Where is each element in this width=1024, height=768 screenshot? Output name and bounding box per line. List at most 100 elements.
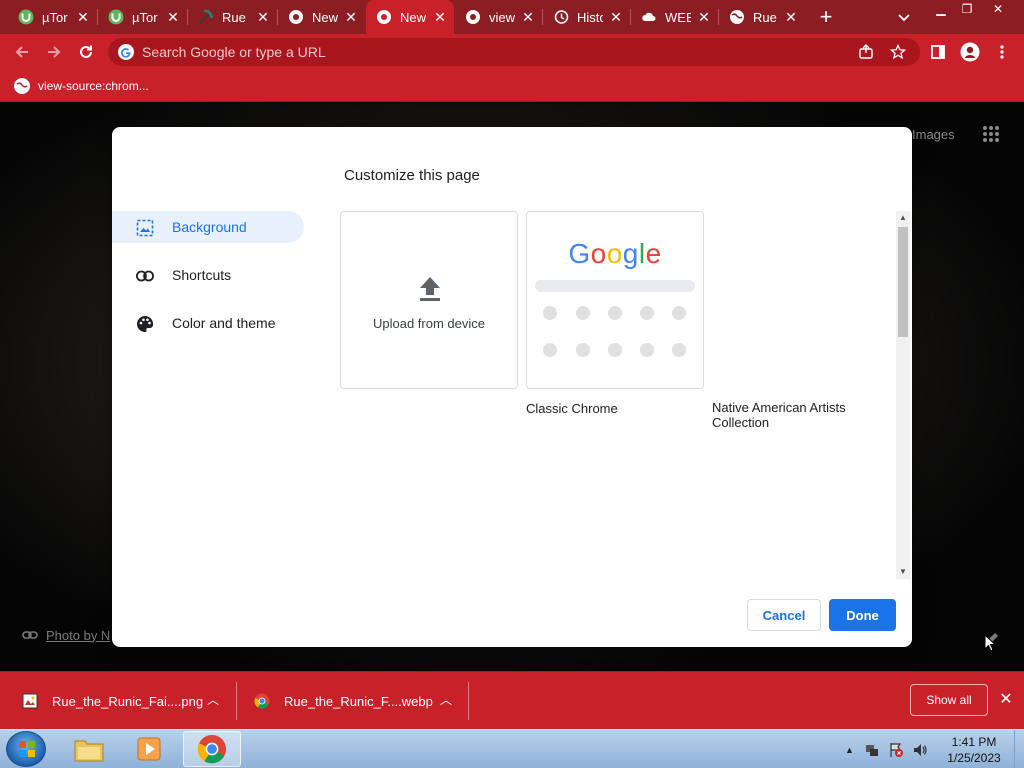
download-separator bbox=[468, 682, 469, 720]
volume-icon[interactable] bbox=[912, 742, 928, 758]
tab-title: New bbox=[312, 9, 338, 25]
taskbar-explorer[interactable] bbox=[60, 731, 118, 767]
tab-4-active[interactable]: New ✕ bbox=[366, 0, 454, 34]
download-separator bbox=[236, 682, 237, 720]
close-icon[interactable]: ✕ bbox=[255, 9, 271, 25]
explorer-icon bbox=[74, 740, 104, 762]
reload-icon bbox=[80, 45, 92, 58]
show-desktop-button[interactable] bbox=[1014, 730, 1024, 768]
omnibox[interactable]: Search Google or type a URL bbox=[108, 38, 920, 66]
scrollbar[interactable]: ▲ ▼ bbox=[896, 211, 910, 579]
close-icon[interactable]: ✕ bbox=[432, 9, 448, 25]
classic-chrome-tile[interactable]: Google bbox=[526, 211, 704, 389]
minimize-button[interactable]: ▁ bbox=[928, 0, 954, 20]
tab-title: WEB bbox=[665, 9, 691, 25]
upload-from-device-tile[interactable]: Upload from device bbox=[340, 211, 518, 389]
side-panel-button[interactable] bbox=[928, 42, 948, 62]
bookmark-star-icon[interactable] bbox=[890, 44, 906, 60]
menu-button[interactable] bbox=[992, 42, 1012, 62]
close-icon[interactable]: ✕ bbox=[998, 692, 1014, 708]
windows-logo-icon bbox=[19, 741, 35, 757]
download-filename: Rue_the_Runic_Fai....png bbox=[52, 693, 204, 709]
back-button[interactable] bbox=[12, 42, 32, 62]
preview-shortcut-dot bbox=[576, 343, 590, 357]
chevron-up-icon[interactable]: ︿ bbox=[206, 693, 220, 707]
chrome-icon bbox=[254, 693, 270, 709]
nav-item-shortcuts[interactable]: Shortcuts bbox=[112, 259, 304, 291]
bookmark-item[interactable]: view-source:chrom... bbox=[14, 76, 149, 96]
preview-shortcut-dot bbox=[543, 343, 557, 357]
profile-button[interactable] bbox=[960, 42, 980, 62]
clock[interactable]: 1:41 PM 1/25/2023 bbox=[936, 734, 1012, 766]
close-icon[interactable]: ✕ bbox=[520, 9, 536, 25]
preview-searchbox bbox=[535, 280, 695, 292]
share-icon[interactable] bbox=[858, 44, 874, 60]
dialog-title: Customize this page bbox=[344, 167, 480, 184]
restore-button[interactable]: ❐ bbox=[954, 0, 980, 20]
back-arrow-icon bbox=[15, 46, 28, 58]
close-icon[interactable]: ✕ bbox=[343, 9, 359, 25]
preview-shortcut-dot bbox=[608, 306, 622, 320]
image-file-icon bbox=[22, 693, 38, 709]
tab-1[interactable]: µTor ✕ bbox=[98, 0, 187, 34]
close-icon[interactable]: ✕ bbox=[75, 9, 91, 25]
bookmark-label: view-source:chrom... bbox=[38, 79, 149, 93]
collection-caption[interactable]: Native American Artists Collection bbox=[712, 400, 862, 430]
globe-icon bbox=[14, 78, 30, 94]
close-icon[interactable]: ✕ bbox=[696, 9, 712, 25]
link-icon bbox=[136, 267, 154, 285]
tab-7[interactable]: WEB ✕ bbox=[631, 0, 718, 34]
tab-3[interactable]: New ✕ bbox=[278, 0, 365, 34]
side-panel-icon bbox=[931, 45, 945, 59]
cancel-button[interactable]: Cancel bbox=[747, 599, 821, 631]
customize-dialog: Customize this page Background Shortcuts… bbox=[112, 127, 912, 647]
download-bar: Rue_the_Runic_Fai....png ︿ Rue_the_Runic… bbox=[0, 671, 1024, 729]
action-center-flag-icon[interactable] bbox=[888, 742, 904, 758]
scroll-up-arrow-icon[interactable]: ▲ bbox=[896, 211, 910, 225]
chevron-up-icon[interactable]: ︿ bbox=[439, 693, 453, 707]
chrome-icon bbox=[197, 734, 227, 764]
tab-5[interactable]: view ✕ bbox=[455, 0, 542, 34]
image-icon bbox=[136, 219, 154, 237]
tab-2[interactable]: Rue ✕ bbox=[188, 0, 277, 34]
nav-item-color-theme[interactable]: Color and theme bbox=[112, 307, 304, 339]
download-item[interactable]: Rue_the_Runic_F....webp bbox=[254, 672, 433, 730]
show-hidden-icons-icon[interactable]: ▲ bbox=[845, 745, 854, 755]
network-icon[interactable] bbox=[864, 742, 880, 758]
close-icon[interactable]: ✕ bbox=[783, 9, 799, 25]
apps-grid-icon[interactable] bbox=[982, 125, 1000, 143]
show-all-button[interactable]: Show all bbox=[910, 684, 988, 716]
tab-0[interactable]: µTor ✕ bbox=[8, 0, 97, 34]
taskbar-chrome[interactable] bbox=[183, 731, 241, 767]
download-item[interactable]: Rue_the_Runic_Fai....png bbox=[22, 672, 203, 730]
avatar bbox=[960, 42, 980, 62]
taskbar: ▲ 1:41 PM 1/25/2023 bbox=[0, 729, 1024, 768]
done-button[interactable]: Done bbox=[829, 599, 896, 631]
forward-button[interactable] bbox=[44, 42, 64, 62]
tab-search-chevron-icon[interactable] bbox=[896, 9, 912, 25]
download-filename: Rue_the_Runic_F....webp bbox=[284, 693, 433, 709]
scroll-thumb[interactable] bbox=[898, 227, 908, 337]
media-player-icon bbox=[137, 737, 161, 761]
preview-shortcut-dot bbox=[543, 306, 557, 320]
taskbar-media-player[interactable] bbox=[120, 731, 178, 767]
new-tab-button[interactable]: + bbox=[816, 6, 836, 28]
tab-8[interactable]: Rue ✕ bbox=[719, 0, 805, 34]
nav-label: Shortcuts bbox=[172, 267, 232, 283]
clock-date: 1/25/2023 bbox=[947, 751, 1001, 765]
scroll-down-arrow-icon[interactable]: ▼ bbox=[896, 565, 910, 579]
tab-6[interactable]: Histo ✕ bbox=[543, 0, 630, 34]
photo-credit[interactable]: Photo by N bbox=[22, 627, 110, 643]
chrome-icon bbox=[465, 9, 481, 25]
close-icon[interactable]: ✕ bbox=[608, 9, 624, 25]
cloud-icon bbox=[641, 9, 657, 25]
images-link[interactable]: Images bbox=[912, 127, 955, 142]
reload-button[interactable] bbox=[76, 42, 96, 62]
close-icon[interactable]: ✕ bbox=[165, 9, 181, 25]
photo-credit-text: Photo by N bbox=[46, 627, 111, 643]
start-button[interactable] bbox=[6, 731, 46, 767]
tab-title: New bbox=[400, 9, 426, 25]
close-window-button[interactable]: ✕ bbox=[984, 0, 1012, 20]
chrome-icon bbox=[288, 9, 304, 25]
nav-item-background[interactable]: Background bbox=[112, 211, 304, 243]
